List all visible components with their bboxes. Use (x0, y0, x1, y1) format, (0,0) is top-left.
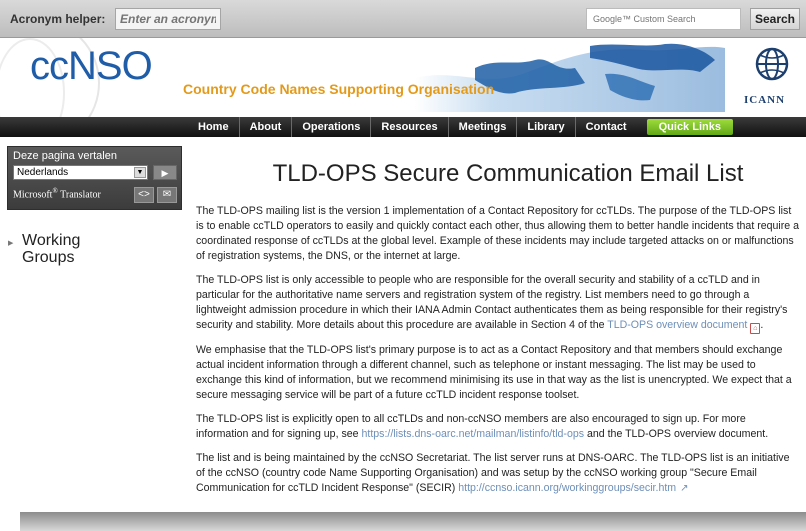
pdf-icon: ⌂ (750, 323, 761, 334)
ccnso-logo[interactable]: ccNSO (30, 44, 153, 89)
acronym-helper-label: Acronym helper: (10, 12, 106, 26)
chevron-right-icon: ▶ (8, 240, 14, 247)
world-map-graphic (415, 43, 725, 112)
search-button[interactable]: Search (750, 8, 800, 30)
paragraph-5: The list and is being maintained by the … (196, 452, 790, 494)
code-icon: <> (138, 189, 150, 200)
paragraph-4: The TLD-OPS list is explicitly open to a… (196, 413, 769, 440)
paragraph-2: The TLD-OPS list is only accessible to p… (196, 274, 788, 334)
nav-meetings[interactable]: Meetings (447, 117, 517, 137)
nav-items: Home About Operations Resources Meetings… (188, 117, 733, 137)
external-link-icon: ↗ (680, 483, 689, 494)
quick-links-button[interactable]: Quick Links (646, 119, 733, 135)
translator-brand: Microsoft® Translator (13, 187, 101, 201)
mail-icon: ✉ (162, 189, 172, 200)
language-select[interactable]: Nederlands ▼ (13, 165, 148, 180)
sidebar-item-label: Working Groups (22, 232, 81, 266)
translator-title: Deze pagina vertalen (13, 150, 117, 162)
paragraph-3: We emphasise that the TLD-OPS list's pri… (196, 344, 792, 401)
icann-wordmark: ICANN (744, 94, 786, 106)
chevron-down-icon[interactable]: ▼ (134, 167, 146, 178)
nav-home[interactable]: Home (188, 117, 239, 137)
paragraph-1: The TLD-OPS mailing list is the version … (196, 205, 800, 262)
embed-code-button[interactable]: <> (134, 187, 154, 203)
site-header: ccNSO Country Code Names Supporting Orga… (0, 38, 806, 117)
main-content: TLD-OPS Secure Communication Email List … (196, 160, 800, 505)
nav-operations[interactable]: Operations (291, 117, 370, 137)
site-tagline: Country Code Names Supporting Organisati… (183, 81, 495, 97)
page-title: TLD-OPS Secure Communication Email List (272, 160, 744, 187)
page-bottom-shadow (20, 512, 806, 531)
main-navigation: Home About Operations Resources Meetings… (0, 117, 806, 137)
nav-resources[interactable]: Resources (370, 117, 447, 137)
overview-document-link[interactable]: TLD-OPS overview document (607, 319, 747, 331)
email-share-button[interactable]: ✉ (157, 187, 177, 203)
nav-about[interactable]: About (238, 117, 292, 137)
selected-language: Nederlands (17, 167, 69, 178)
site-search-input[interactable] (586, 8, 741, 30)
sidebar-item-working-groups[interactable]: ▶ Working Groups (8, 232, 112, 266)
translate-go-button[interactable]: ▶ (153, 165, 177, 180)
mailing-list-link[interactable]: https://lists.dns-oarc.net/mailman/listi… (361, 428, 584, 440)
secir-link[interactable]: http://ccnso.icann.org/workinggroups/sec… (458, 482, 676, 494)
nav-library[interactable]: Library (516, 117, 574, 137)
translator-widget: Deze pagina vertalen Nederlands ▼ ▶ Micr… (7, 146, 182, 210)
nav-contact[interactable]: Contact (574, 117, 637, 137)
top-utility-bar: Acronym helper: Search (0, 0, 806, 38)
acronym-input[interactable] (115, 8, 221, 30)
play-icon: ▶ (161, 168, 169, 178)
